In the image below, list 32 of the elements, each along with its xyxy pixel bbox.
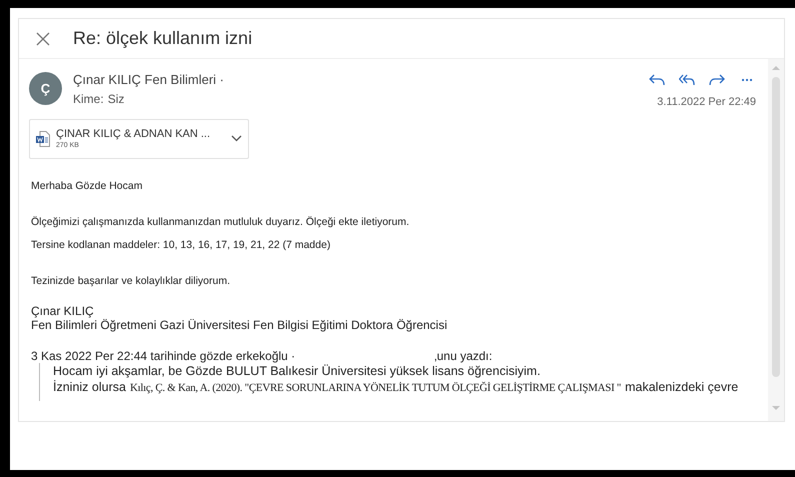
body-paragraph: Ölçeğimizi çalışmanızda kullanmanızdan mutluluk duyarız. Ölçeği ekte iletiyorum. [31,214,410,228]
reply-button[interactable] [648,72,666,88]
quoted-text: İzniniz olursa [53,378,126,394]
message-date: 3.11.2022 Per 22:49 [657,95,756,110]
body-paragraph: Tersine kodlanan maddeler: 10, 13, 16, 17, 19, 21, 22 (7 madde) [31,238,330,252]
signature-title: Fen Bilimleri Öğretmeni Gazi Üniversitesi Fen Bilgisi Eğitimi Doktora Öğrencisi [31,318,448,332]
reply-all-icon [679,74,695,86]
close-button[interactable] [35,30,51,46]
quote-header-end: ‚unu yazdı: [434,348,492,362]
reply-all-button[interactable] [678,72,696,88]
body-paragraph: Merhaba Gözde Hocam [31,178,142,192]
more-icon [741,78,753,82]
email-subject: Re: ölçek kullanım izni [73,27,252,50]
forward-button[interactable] [708,72,726,88]
recipient-name: Siz [108,92,124,106]
recipient-label: Kime: [73,92,104,106]
reply-icon [649,74,665,86]
body-paragraph: Tezinizde başarılar ve kolaylıklar diliyorum. [31,274,230,288]
quoted-text: makalenizdeki çevre [624,378,738,394]
avatar: Ç [29,72,62,105]
quote-header: 3 Kas 2022 Per 22:44 tarihinde gözde erkekoğlu · [31,348,296,362]
citation-text: Kılıç, Ç. & Kan, A. (2020). "ÇEVRE SORUNLARINA YÖNELİK TUTUM ÖLÇEĞİ GELİŞTİRME ÇALIŞMASI " [130,380,621,396]
word-document-icon [36,130,50,146]
chevron-down-icon[interactable] [231,135,242,142]
attachment-name: ÇINAR KILIÇ & ADNAN KAN ... [56,128,210,140]
sender-name[interactable]: Çınar KILIÇ Fen Bilimleri · [73,72,224,88]
scrollbar-thumb[interactable] [772,77,780,377]
scrollbar[interactable] [768,59,784,421]
forward-icon [709,74,725,86]
close-icon [36,32,50,46]
signature-name: Çınar KILIÇ [31,304,94,318]
quoted-text: Hocam iyi akşamlar, be Gözde BULUT Balıkesir Üniversitesi yüksek lisans öğrencisiyim. [53,362,540,378]
